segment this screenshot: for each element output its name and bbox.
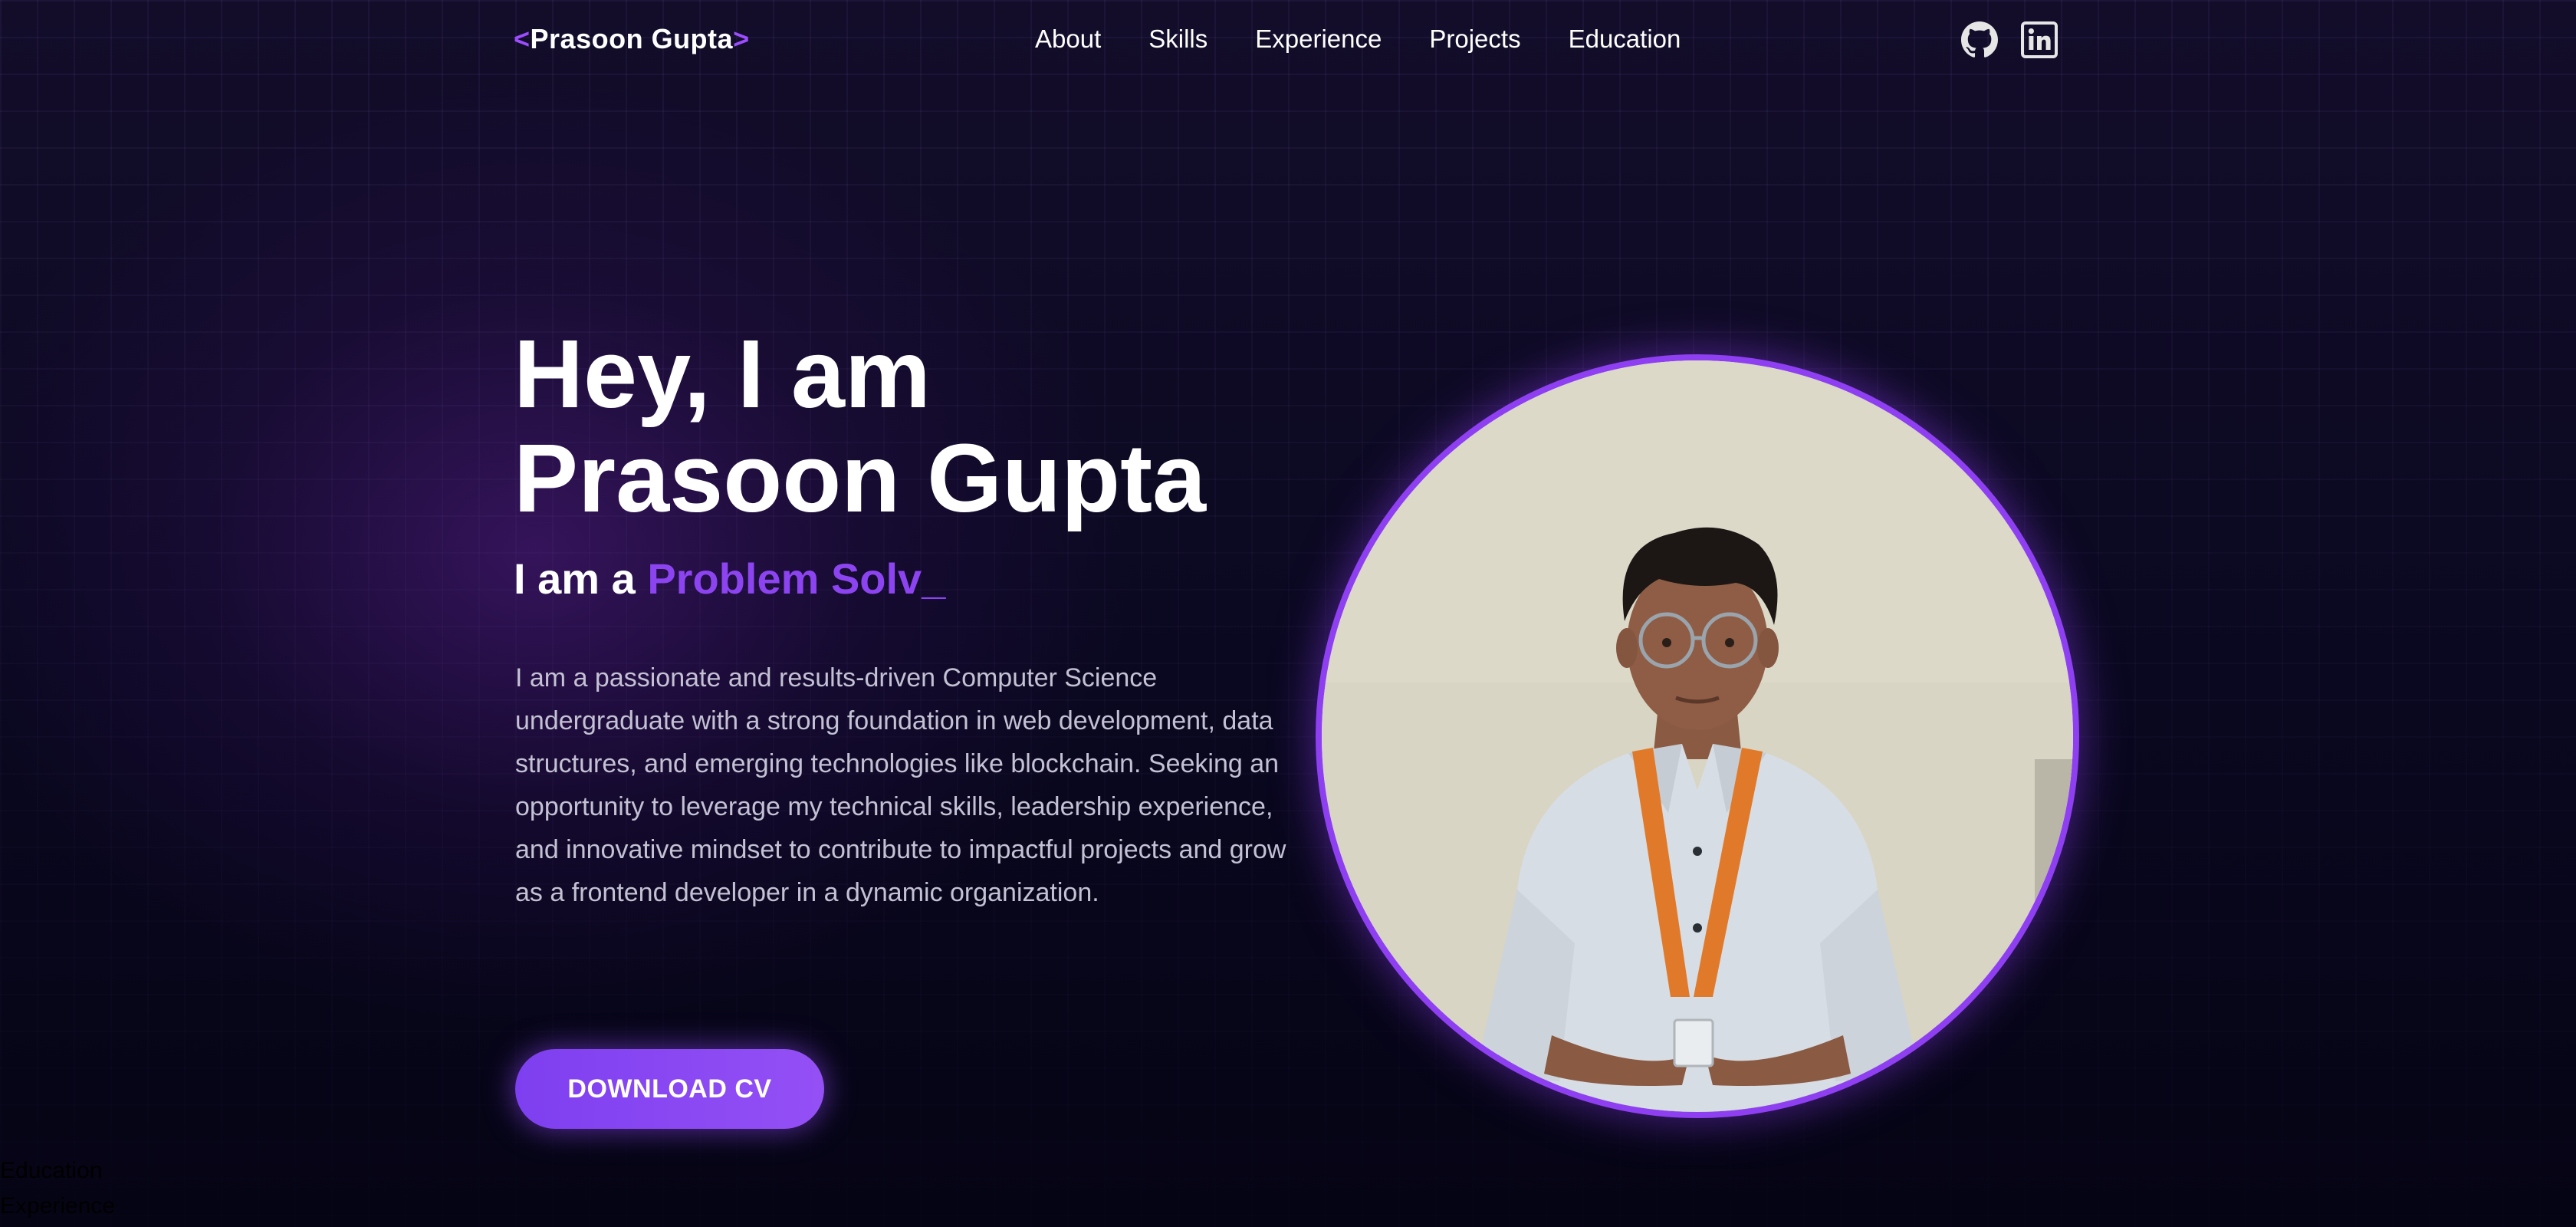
logo-open-bracket: < xyxy=(514,23,531,54)
stray-text-experience: Experience xyxy=(0,1193,116,1219)
nav-link-about[interactable]: About xyxy=(1035,25,1101,54)
linkedin-icon[interactable] xyxy=(2021,21,2058,58)
navbar: <Prasoon Gupta> About Skills Experience … xyxy=(0,0,2576,80)
download-cv-button[interactable]: DOWNLOAD CV xyxy=(515,1049,824,1129)
nav-link-education[interactable]: Education xyxy=(1569,25,1681,54)
logo-name: Prasoon Gupta xyxy=(530,23,734,54)
grid-overlay xyxy=(0,0,2576,1227)
hero-title-line2: Prasoon Gupta xyxy=(514,424,1207,532)
hero-title: Hey, I am Prasoon Gupta xyxy=(514,322,1206,531)
profile-photo xyxy=(1316,354,2079,1118)
nav-link-projects[interactable]: Projects xyxy=(1429,25,1520,54)
typed-role: Problem Solv xyxy=(647,554,922,603)
social-links xyxy=(1961,21,2058,58)
github-icon[interactable] xyxy=(1961,21,1998,58)
hero-bio: I am a passionate and results-driven Com… xyxy=(515,663,1286,907)
logo-close-bracket: > xyxy=(733,23,750,54)
hero-title-line1: Hey, I am xyxy=(514,320,931,428)
site-logo[interactable]: <Prasoon Gupta> xyxy=(514,23,750,55)
subtitle-prefix: I am a xyxy=(514,554,648,603)
stray-text-education: Education xyxy=(0,1158,103,1183)
nav-link-experience[interactable]: Experience xyxy=(1255,25,1382,54)
nav-links: About Skills Experience Projects Educati… xyxy=(1035,25,1681,54)
hero-subtitle: I am a Problem Solv_ xyxy=(514,554,945,604)
typing-cursor: _ xyxy=(922,554,946,603)
nav-link-skills[interactable]: Skills xyxy=(1148,25,1208,54)
